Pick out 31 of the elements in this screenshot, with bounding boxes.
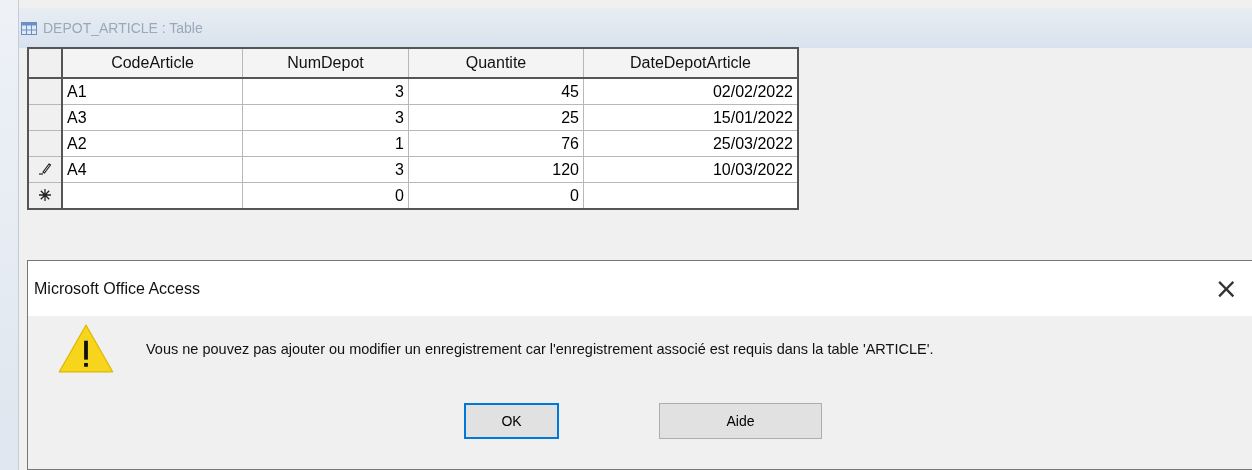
dialog-button[interactable]: OK	[464, 403, 559, 439]
row-selector[interactable]	[28, 130, 62, 157]
asterisk-icon	[39, 188, 51, 201]
dialog-title: Microsoft Office Access	[34, 279, 200, 298]
table-cell: A2	[62, 130, 243, 157]
close-button[interactable]: ×	[1200, 272, 1252, 305]
table-cell: A4	[62, 156, 243, 183]
table-cell: 1	[242, 130, 409, 157]
table-cell: 3	[242, 156, 409, 183]
table-cell: 25	[408, 104, 584, 131]
row-selector[interactable]	[28, 182, 62, 209]
window-title: DEPOT_ARTICLE : Table	[43, 20, 203, 36]
column-header[interactable]: Quantite	[408, 48, 584, 78]
table-cell: 3	[242, 78, 409, 105]
column-header[interactable]: NumDepot	[242, 48, 409, 78]
table-cell: 45	[408, 78, 584, 105]
column-header[interactable]: CodeArticle	[62, 48, 243, 78]
table-cell: A3	[62, 104, 243, 131]
dialog-button[interactable]: Aide	[659, 403, 822, 439]
table-cell: A1	[62, 78, 243, 105]
column-header[interactable]: DateDepotArticle	[583, 48, 798, 78]
row-selector[interactable]	[28, 104, 62, 131]
row-selector[interactable]	[28, 156, 62, 183]
table-icon	[21, 21, 37, 35]
error-message: Vous ne pouvez pas ajouter ou modifier un enregistrement car l'enregistrement associé est requis dans la table 'ARTICLE'.	[146, 340, 934, 357]
select-all-cell[interactable]	[28, 48, 62, 78]
row-selector[interactable]	[28, 78, 62, 105]
table-cell: 3	[242, 104, 409, 131]
table-cell: 76	[408, 130, 584, 157]
table-cell: 120	[408, 156, 584, 183]
warning-icon	[58, 324, 114, 373]
